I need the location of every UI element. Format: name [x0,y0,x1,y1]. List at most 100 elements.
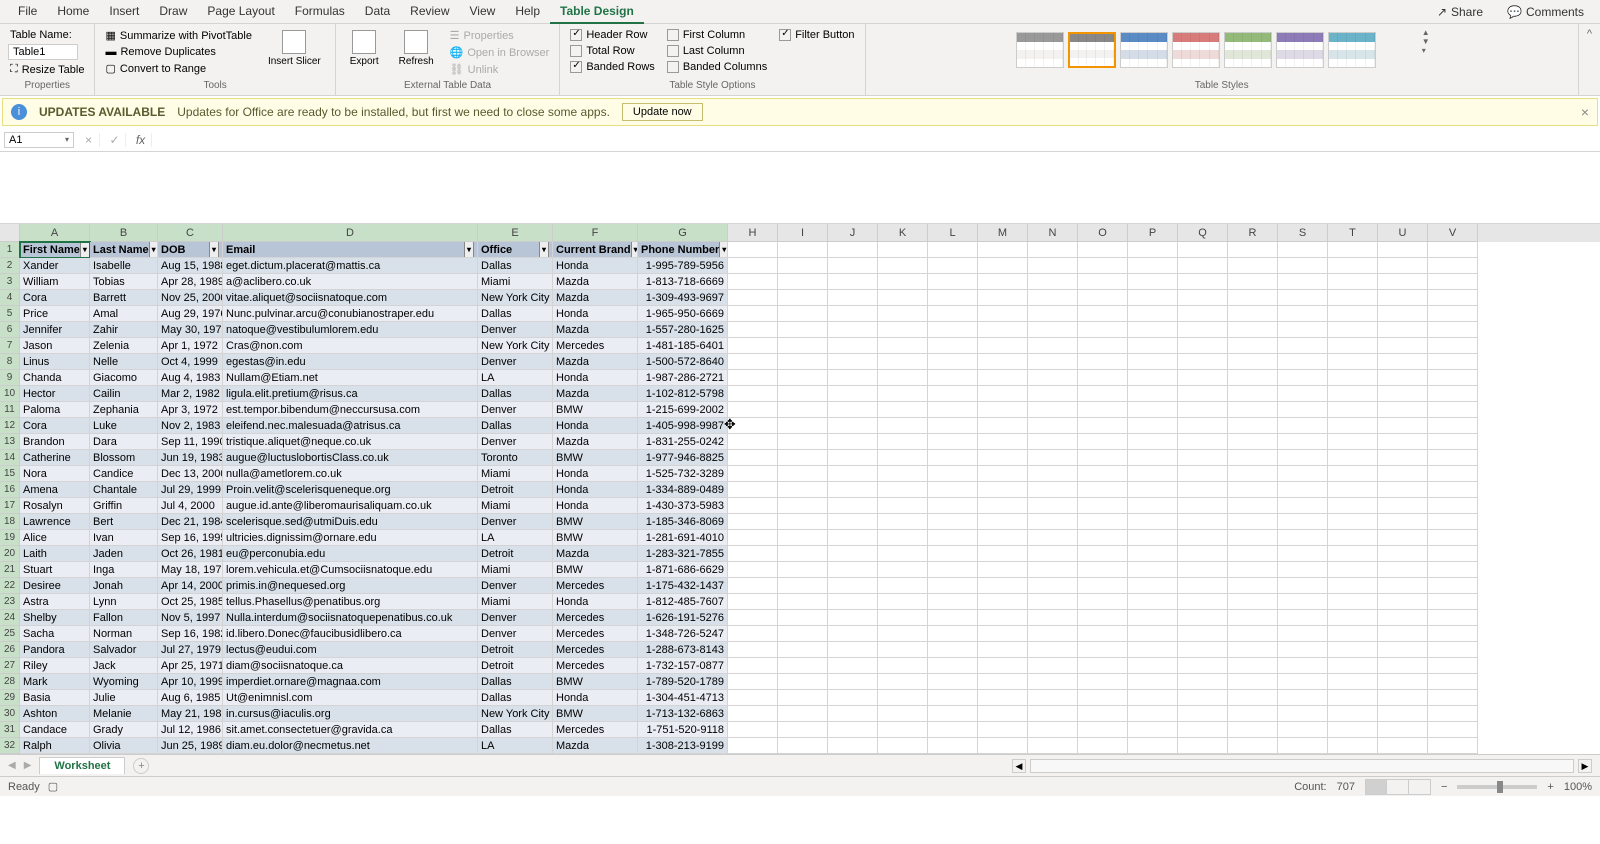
cell[interactable] [1028,562,1078,578]
cell[interactable]: sit.amet.consectetuer@gravida.ca [223,722,478,738]
cell[interactable] [1228,514,1278,530]
cell[interactable] [1178,482,1228,498]
cell[interactable]: Griffin [90,498,158,514]
cell[interactable] [1278,658,1328,674]
cell[interactable] [1278,594,1328,610]
cell[interactable] [1278,690,1328,706]
cell[interactable]: Desiree [20,578,90,594]
cell[interactable]: lectus@eudui.com [223,642,478,658]
menu-tab-formulas[interactable]: Formulas [285,0,355,24]
cell[interactable] [1078,722,1128,738]
cell[interactable] [1428,274,1478,290]
cell[interactable] [1178,546,1228,562]
cell[interactable] [1328,274,1378,290]
cell[interactable] [1078,354,1128,370]
cell[interactable] [1378,386,1428,402]
column-header[interactable]: D [223,224,478,242]
cell[interactable] [1428,642,1478,658]
cell[interactable] [728,674,778,690]
zoom-in-button[interactable]: + [1547,781,1553,793]
cell[interactable] [1078,642,1128,658]
cell[interactable] [1278,386,1328,402]
cell[interactable] [728,306,778,322]
cell[interactable] [1328,626,1378,642]
cell[interactable] [1378,562,1428,578]
cell[interactable]: augue.id.ante@liberomaurisaliquam.co.uk [223,498,478,514]
cell[interactable] [1078,418,1128,434]
filter-dropdown-button[interactable]: ▾ [80,242,90,258]
cell[interactable]: Xander [20,258,90,274]
cell[interactable] [1278,530,1328,546]
cell[interactable] [1278,546,1328,562]
menu-tab-file[interactable]: File [8,0,47,24]
cell[interactable] [828,434,878,450]
cell[interactable]: Miami [478,498,553,514]
scroll-right-button[interactable]: ▶ [1578,759,1592,773]
column-header[interactable]: E [478,224,553,242]
cell[interactable] [828,658,878,674]
row-header[interactable]: 5 [0,306,20,322]
zoom-out-button[interactable]: − [1441,781,1447,793]
cell[interactable]: Jonah [90,578,158,594]
cell[interactable] [1278,706,1328,722]
cell[interactable]: Sep 11, 1990 [158,434,223,450]
cell[interactable]: Jason [20,338,90,354]
cell[interactable] [1178,642,1228,658]
cell[interactable] [728,642,778,658]
cell[interactable] [1428,514,1478,530]
cell[interactable] [928,338,978,354]
cell[interactable]: Paloma [20,402,90,418]
cell[interactable]: 1-977-946-8825 [638,450,728,466]
cell[interactable]: 1-175-432-1437 [638,578,728,594]
cell[interactable] [878,642,928,658]
cell[interactable] [1078,626,1128,642]
cell[interactable] [1028,338,1078,354]
cell[interactable] [1228,242,1278,258]
cell[interactable]: Wyoming [90,674,158,690]
cell[interactable] [1028,354,1078,370]
cell[interactable] [1328,242,1378,258]
cell[interactable] [1428,546,1478,562]
cell[interactable]: Dallas [478,306,553,322]
cell[interactable]: Bert [90,514,158,530]
cell[interactable] [1378,706,1428,722]
cell[interactable] [728,562,778,578]
ribbon-collapse-button[interactable]: ^ [1579,24,1600,95]
cell[interactable]: id.libero.Donec@faucibusidlibero.ca [223,626,478,642]
cell[interactable]: Dec 21, 1984 [158,514,223,530]
cell[interactable] [878,738,928,754]
cell[interactable] [728,402,778,418]
cell[interactable]: Melanie [90,706,158,722]
cell[interactable]: Honda [553,690,638,706]
cell[interactable] [1178,450,1228,466]
cell[interactable]: Dallas [478,722,553,738]
cell[interactable]: Tobias [90,274,158,290]
row-header[interactable]: 31 [0,722,20,738]
cell[interactable]: Ivan [90,530,158,546]
cell[interactable] [1328,690,1378,706]
cell[interactable] [1128,626,1178,642]
cell[interactable]: ultricies.dignissim@ornare.edu [223,530,478,546]
cell[interactable] [1128,690,1178,706]
cell[interactable] [728,434,778,450]
cell[interactable] [1328,450,1378,466]
cell[interactable]: Price [20,306,90,322]
cell[interactable] [928,306,978,322]
cell[interactable]: Oct 26, 1981 [158,546,223,562]
cell[interactable]: ligula.elit.pretium@risus.ca [223,386,478,402]
cell[interactable]: Honda [553,370,638,386]
cell[interactable] [1228,690,1278,706]
row-header[interactable]: 16 [0,482,20,498]
table-header-cell[interactable]: Current Brand▾ [553,242,638,258]
cell[interactable] [978,658,1028,674]
cell[interactable] [778,498,828,514]
cell[interactable] [928,418,978,434]
cell[interactable] [878,498,928,514]
cell[interactable] [1178,722,1228,738]
cell[interactable]: 1-732-157-0877 [638,658,728,674]
cell[interactable] [978,610,1028,626]
cell[interactable] [978,722,1028,738]
cell[interactable] [978,242,1028,258]
cell[interactable] [1128,466,1178,482]
cell[interactable] [1228,562,1278,578]
